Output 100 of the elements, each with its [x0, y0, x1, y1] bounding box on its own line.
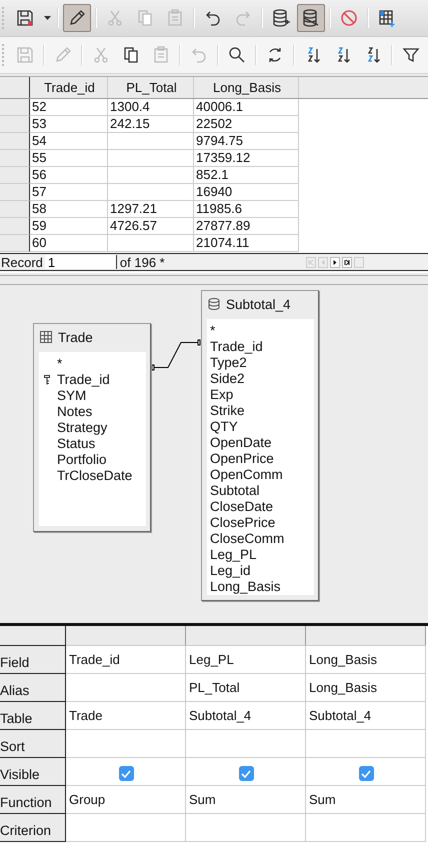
row-label: Alias	[0, 674, 66, 702]
table-name: Subtotal_4	[226, 296, 291, 312]
field-name[interactable]: OpenDate	[210, 435, 272, 450]
corner-header	[0, 626, 66, 646]
grid-cell[interactable]: Sum	[186, 786, 306, 814]
field-name[interactable]: Leg_PL	[210, 547, 257, 562]
table-cell: 16940	[194, 184, 299, 201]
table-cell: 9794.75	[194, 133, 299, 150]
table-cell: 17359.12	[194, 150, 299, 167]
splitter[interactable]	[0, 275, 428, 285]
next-record-icon[interactable]	[330, 256, 340, 268]
grid-cell[interactable]	[186, 730, 306, 758]
row-header[interactable]	[0, 133, 30, 150]
grid-cell[interactable]	[66, 730, 186, 758]
grid-cell[interactable]: Leg_PL	[186, 646, 306, 674]
table-cell: 40006.1	[194, 99, 299, 116]
record-count: of 196 *	[118, 254, 165, 270]
field-name[interactable]: Leg_id	[210, 563, 251, 578]
grid-cell[interactable]: PL_Total	[186, 674, 306, 702]
row-label: Field	[0, 646, 66, 674]
field-name[interactable]: OpenComm	[210, 467, 283, 482]
database-edit-button[interactable]	[297, 4, 325, 32]
field-name[interactable]: Status	[57, 436, 96, 451]
field-name[interactable]: CloseDate	[210, 499, 274, 514]
field-name[interactable]: Exp	[210, 387, 234, 402]
row-header[interactable]	[0, 235, 30, 252]
field-name[interactable]: ClosePrice	[210, 515, 276, 530]
edit-icon	[67, 8, 87, 28]
row-label: Sort	[0, 730, 66, 758]
grid-cell[interactable]	[186, 814, 306, 842]
row-header[interactable]	[0, 116, 30, 133]
field-name[interactable]: SYM	[57, 388, 86, 403]
checkbox[interactable]	[238, 766, 254, 781]
save-icon	[15, 8, 35, 28]
row-label: Visible	[0, 758, 66, 786]
grid-cell[interactable]	[66, 814, 186, 842]
column-header[interactable]: PL_Total	[108, 77, 194, 98]
grid-cell[interactable]: Sum	[306, 786, 426, 814]
field-name[interactable]: Trade_id	[57, 372, 110, 387]
row-header[interactable]	[0, 218, 30, 235]
caret-icon	[44, 16, 50, 20]
table-name: Trade	[58, 330, 93, 344]
field-name[interactable]: OpenPrice	[210, 451, 274, 466]
grid-cell[interactable]: Trade	[66, 702, 186, 730]
table-cell: 22502	[194, 116, 299, 133]
field-name[interactable]: Strike	[210, 403, 245, 418]
column-header[interactable]: Trade_id	[30, 77, 108, 98]
field-name[interactable]: Trade_id	[210, 339, 263, 354]
row-header[interactable]	[0, 167, 30, 184]
table-cell: 21074.11	[194, 235, 299, 252]
field-name[interactable]: CloseComm	[210, 531, 284, 546]
relation-line	[151, 337, 201, 373]
table-cell: 55	[30, 150, 108, 167]
grid-cell[interactable]	[306, 730, 426, 758]
record-field[interactable]: 1	[44, 255, 117, 269]
field-name[interactable]: Strategy	[57, 420, 108, 435]
table-cell: 4726.57	[108, 218, 194, 235]
search-icon	[227, 45, 247, 65]
grid-cell[interactable]: Subtotal_4	[186, 702, 306, 730]
field-name[interactable]: Side2	[210, 371, 245, 386]
visible-cell[interactable]	[186, 758, 306, 786]
grid-cell[interactable]: Long_Basis	[306, 646, 426, 674]
table-window[interactable]: Trade * Trade_id SYM Notes Strategy Status Portfolio TrCloseDate	[33, 323, 151, 532]
row-header[interactable]	[0, 201, 30, 218]
row-header[interactable]	[0, 99, 30, 116]
grid-cell[interactable]: Trade_id	[66, 646, 186, 674]
field-name[interactable]: Long_Basis	[210, 579, 281, 594]
database-add-icon	[271, 8, 291, 28]
grid-cell[interactable]	[306, 814, 426, 842]
grid-cell[interactable]: Group	[66, 786, 186, 814]
grid-cell[interactable]: Subtotal_4	[306, 702, 426, 730]
table-add-icon	[377, 8, 397, 28]
table-cell: 852.1	[194, 167, 299, 184]
row-header[interactable]	[0, 184, 30, 201]
table-cell: 27877.89	[194, 218, 299, 235]
table-cell: 57	[30, 184, 108, 201]
field-name[interactable]: *	[57, 356, 62, 371]
database-edit-icon	[301, 8, 321, 28]
table-cell: 58	[30, 201, 108, 218]
field-name[interactable]: Notes	[57, 404, 92, 419]
row-header[interactable]	[0, 150, 30, 167]
field-name[interactable]: Portfolio	[57, 452, 107, 467]
grid-cell[interactable]	[66, 674, 186, 702]
field-name[interactable]: Subtotal	[210, 483, 260, 498]
visible-cell[interactable]	[306, 758, 426, 786]
table-cell: 54	[30, 133, 108, 150]
checkbox[interactable]	[358, 766, 374, 781]
field-name[interactable]: Type2	[210, 355, 247, 370]
database-icon	[208, 298, 220, 310]
checkbox[interactable]	[118, 766, 134, 781]
visible-cell[interactable]	[66, 758, 186, 786]
table-cell: 242.15	[108, 116, 194, 133]
table-cell: 59	[30, 218, 108, 235]
last-record-icon[interactable]	[342, 256, 352, 268]
field-name[interactable]: QTY	[210, 419, 238, 434]
edit-button[interactable]	[63, 4, 91, 32]
grid-cell[interactable]: Long_Basis	[306, 674, 426, 702]
table-window[interactable]: Subtotal_4 * Trade_id Type2 Side2 Exp Strike QTY OpenDate OpenPrice OpenComm Subtotal CloseDate ClosePrice CloseComm Leg_PL Leg_id Long_Basis	[201, 290, 319, 601]
field-name[interactable]: *	[210, 323, 216, 338]
field-name[interactable]: TrCloseDate	[57, 468, 132, 483]
